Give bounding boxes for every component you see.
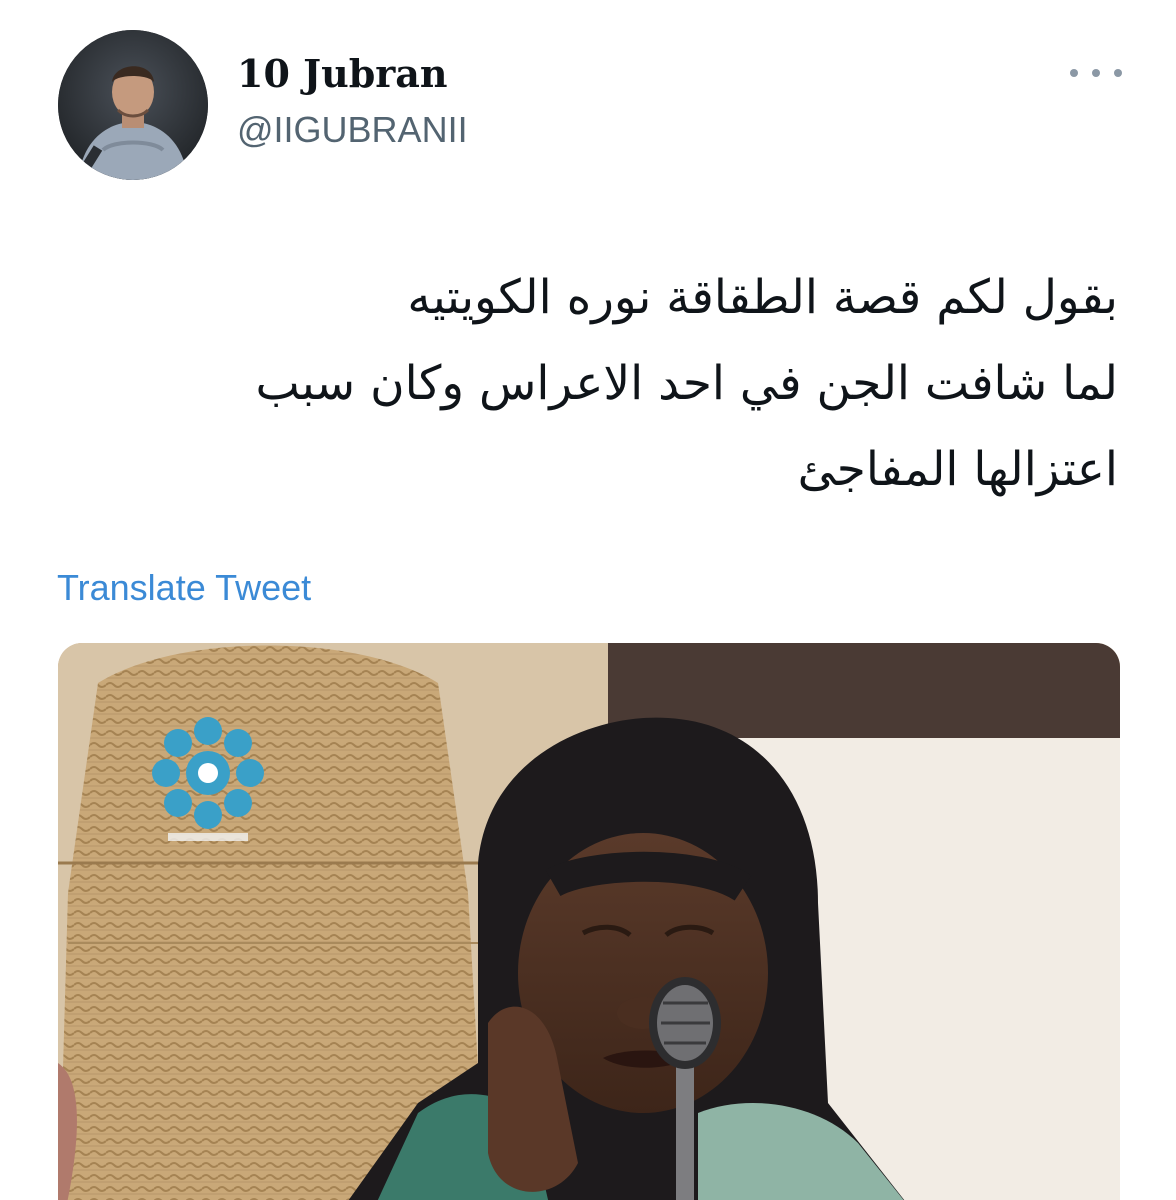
avatar[interactable] <box>58 30 208 180</box>
translate-tweet-link[interactable]: Translate Tweet <box>57 564 311 612</box>
tweet-card: 10 Jubran @IIGUBRANII بقول لكم قصة الطقا… <box>0 0 1176 1200</box>
media-photo <box>58 643 1120 1200</box>
tweet-text-line: اعتزالها المفاجئ <box>797 442 1118 497</box>
avatar-photo <box>58 30 208 180</box>
tweet-text-line: لما شافت الجن في احد الاعراس وكان سبب <box>255 356 1118 411</box>
tweet-text-line: بقول لكم قصة الطقاقة نوره الكويتيه <box>407 270 1118 325</box>
tweet-media-image[interactable] <box>58 643 1120 1200</box>
tweet-text: بقول لكم قصة الطقاقة نوره الكويتيه لما ش… <box>58 255 1118 513</box>
more-horizontal-icon[interactable] <box>1070 58 1122 88</box>
author-display-name[interactable]: 10 Jubran <box>237 50 448 98</box>
more-dot <box>1092 69 1100 77</box>
author-handle[interactable]: @IIGUBRANII <box>237 108 468 152</box>
more-dot <box>1070 69 1078 77</box>
more-dot <box>1114 69 1122 77</box>
